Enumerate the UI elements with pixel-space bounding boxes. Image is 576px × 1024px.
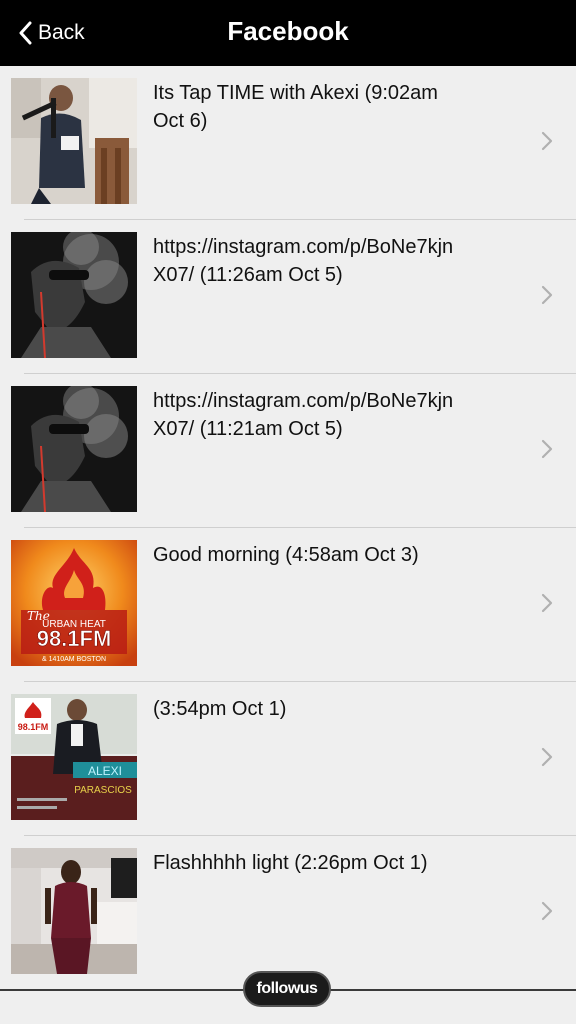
promo-name1-text: ALEXI — [88, 764, 122, 778]
screen: Back Facebook Its Tap TIME with Akexi (9… — [0, 0, 576, 1024]
post-title: (3:54pm Oct 1) — [153, 698, 287, 720]
list-item[interactable]: Its Tap TIME with Akexi (9:02am Oct 6) — [0, 66, 576, 220]
promo-name2-text: PARASCIOS — [74, 785, 132, 796]
list-item[interactable]: 98.1FM ALEXI PARASCIOS (3:54pm Oct 1) — [0, 682, 576, 836]
urban-heat-logo-image: The URBAN HEAT 98.1FM & 1410AM BOSTON — [11, 540, 137, 666]
list-item[interactable]: Flashhhhh light (2:26pm Oct 1) — [0, 836, 576, 990]
post-title: Flashhhhh light (2:26pm Oct 1) — [153, 852, 428, 874]
post-thumbnail — [11, 78, 137, 204]
post-thumbnail — [11, 232, 137, 358]
chevron-right-icon — [540, 746, 554, 768]
post-list: Its Tap TIME with Akexi (9:02am Oct 6) h… — [0, 66, 576, 990]
post-thumbnail — [11, 386, 137, 512]
post-title: Good morning (4:58am Oct 3) — [153, 544, 419, 566]
post-title: https://instagram.com/p/BoNe7kjnX07/ (11… — [153, 236, 454, 286]
chevron-right-icon — [540, 592, 554, 614]
chevron-right-icon — [540, 438, 554, 460]
post-title: Its Tap TIME with Akexi (9:02am Oct 6) — [153, 82, 438, 132]
list-item[interactable]: https://instagram.com/p/BoNe7kjnX07/ (11… — [0, 220, 576, 374]
list-item[interactable]: The URBAN HEAT 98.1FM & 1410AM BOSTON Go… — [0, 528, 576, 682]
list-item[interactable]: https://instagram.com/p/BoNe7kjnX07/ (11… — [0, 374, 576, 528]
promo-station-text: 98.1FM — [18, 722, 49, 732]
page-title: Facebook — [227, 16, 349, 46]
navigation-bar: Back Facebook — [0, 0, 576, 66]
logo-frequency-text: 98.1FM — [37, 626, 112, 651]
post-thumbnail: 98.1FM ALEXI PARASCIOS — [11, 694, 137, 820]
chevron-right-icon — [540, 900, 554, 922]
post-thumbnail — [11, 848, 137, 974]
logo-am-text: & 1410AM BOSTON — [42, 656, 106, 663]
follow-us-button[interactable]: followus — [243, 971, 331, 1007]
post-thumbnail: The URBAN HEAT 98.1FM & 1410AM BOSTON — [11, 540, 137, 666]
post-title: https://instagram.com/p/BoNe7kjnX07/ (11… — [153, 390, 454, 440]
chevron-right-icon — [540, 284, 554, 306]
chevron-right-icon — [540, 130, 554, 152]
